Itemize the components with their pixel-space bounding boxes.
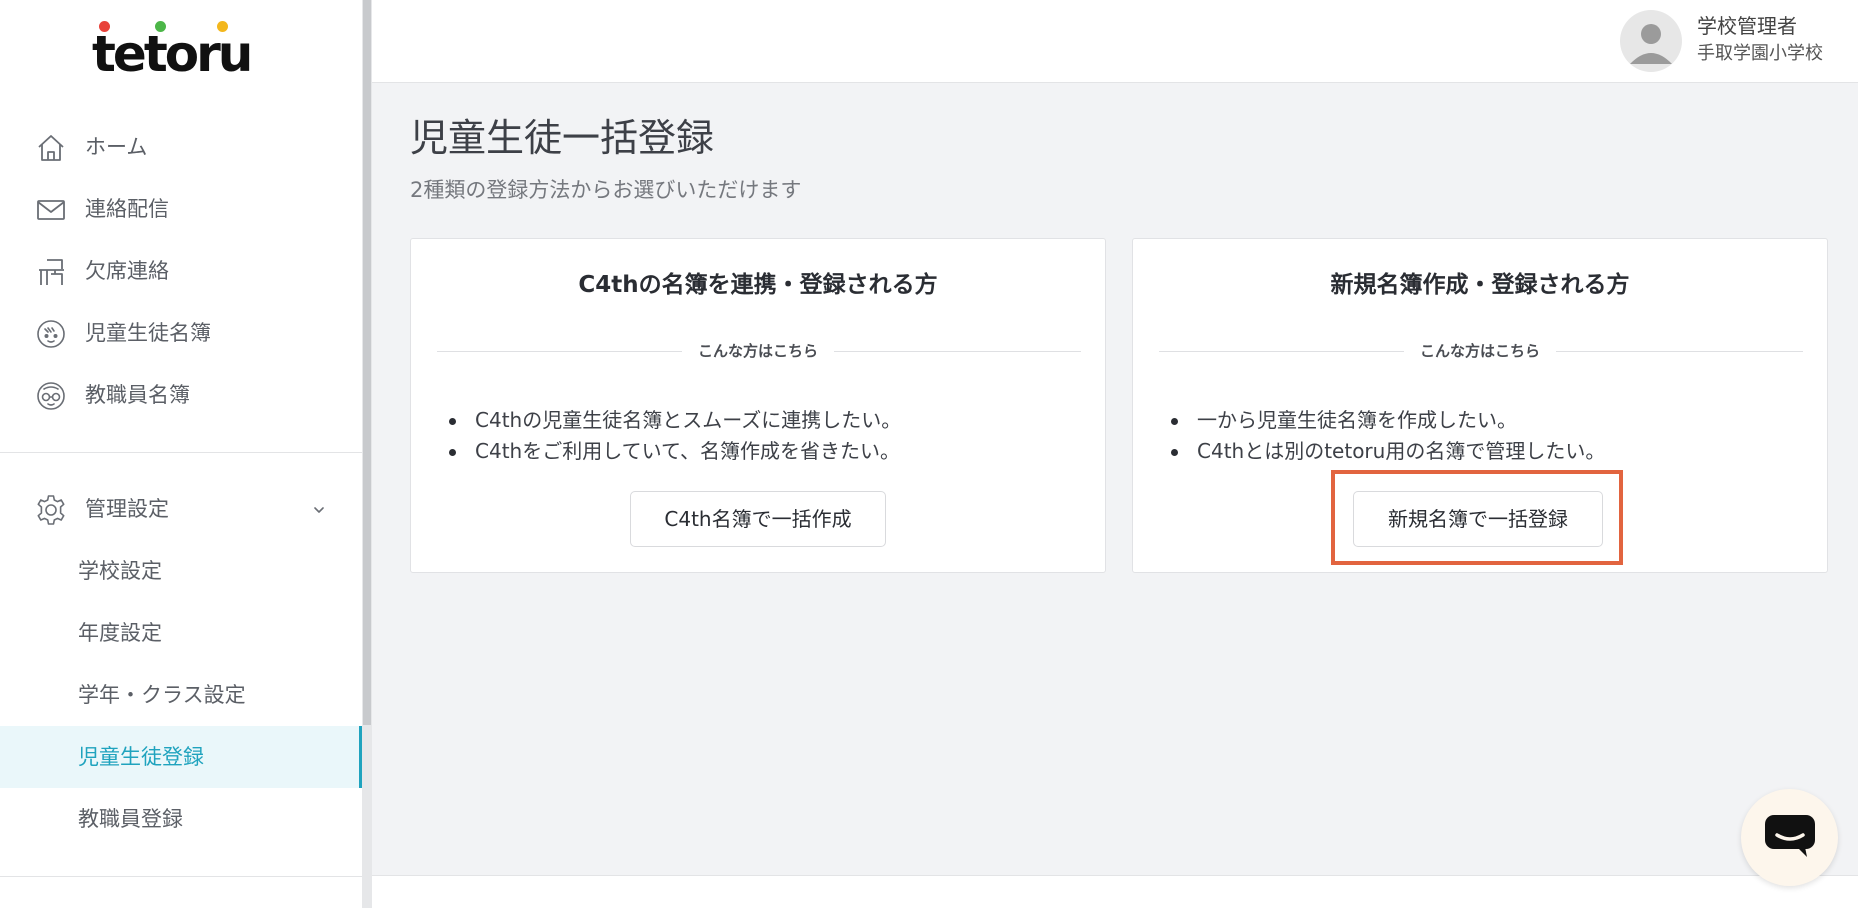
sidebar-item-admin-settings[interactable]: 管理設定 <box>0 478 362 540</box>
sidebar-subitem-grade-class-settings[interactable]: 学年・クラス設定 <box>0 664 362 726</box>
page-subtitle: 2種類の登録方法からお選びいただけます <box>410 178 802 202</box>
sidebar-subitem-student-registration[interactable]: 児童生徒登録 <box>0 726 362 788</box>
sidebar-item-label: 管理設定 <box>85 497 169 521</box>
c4th-registration-card: C4thの名簿を連携・登録される方 こんな方はこちら C4thの児童生徒名簿とス… <box>410 238 1106 573</box>
sidebar-subitem-teacher-registration[interactable]: 教職員登録 <box>0 788 362 850</box>
new-roster-bulk-register-button[interactable]: 新規名簿で一括登録 <box>1353 491 1603 547</box>
sidebar-item-messages[interactable]: 連絡配信 <box>0 178 362 240</box>
card-title: 新規名簿作成・登録される方 <box>1330 272 1630 298</box>
card-separator-label: こんな方はこちら <box>681 342 834 360</box>
card-separator-label-wrap: こんな方はこちら <box>1133 338 1827 364</box>
user-role[interactable]: 学校管理者 <box>1697 13 1797 39</box>
mail-icon <box>34 193 68 227</box>
student-face-icon <box>34 317 68 351</box>
chat-button[interactable] <box>1741 789 1838 886</box>
list-item: C4thの児童生徒名簿とスムーズに連携したい。 <box>449 405 901 436</box>
page-title: 児童生徒一括登録 <box>410 116 715 160</box>
sidebar: tetoru ホーム 連絡配信 欠席連絡 児童生徒名簿 教職員名簿 管理設定 学… <box>0 0 362 908</box>
gear-icon <box>34 493 68 527</box>
school-name[interactable]: 手取学園小学校 <box>1697 42 1823 66</box>
tetoru-logo[interactable]: tetoru <box>92 18 282 82</box>
sidebar-item-label: 児童生徒名簿 <box>85 321 211 345</box>
sidebar-subitem-year-settings[interactable]: 年度設定 <box>0 602 362 664</box>
sidebar-subitem-label: 教職員登録 <box>78 807 183 831</box>
footer-bar <box>372 875 1858 908</box>
sidebar-scrollbar-thumb[interactable] <box>363 0 371 725</box>
sidebar-subitem-label: 児童生徒登録 <box>78 745 204 769</box>
sidebar-subitem-label: 学年・クラス設定 <box>78 683 246 707</box>
list-item: 一から児童生徒名簿を作成したい。 <box>1171 405 1605 436</box>
list-item: C4thをご利用していて、名簿作成を省きたい。 <box>449 436 901 467</box>
chevron-down-icon <box>309 500 329 520</box>
card-bullet-list: 一から児童生徒名簿を作成したい。 C4thとは別のtetoru用の名簿で管理した… <box>1171 405 1605 467</box>
sidebar-divider <box>0 876 362 877</box>
sidebar-item-student-roster[interactable]: 児童生徒名簿 <box>0 302 362 364</box>
card-title: C4thの名簿を連携・登録される方 <box>578 272 938 298</box>
sidebar-item-teacher-roster[interactable]: 教職員名簿 <box>0 364 362 426</box>
sidebar-item-absence[interactable]: 欠席連絡 <box>0 240 362 302</box>
card-separator-label-wrap: こんな方はこちら <box>411 338 1105 364</box>
sidebar-subitem-label: 年度設定 <box>78 621 162 645</box>
sidebar-subitem-school-settings[interactable]: 学校設定 <box>0 540 362 602</box>
card-separator-label: こんな方はこちら <box>1403 342 1556 360</box>
chat-bubble-icon <box>1763 813 1817 863</box>
sidebar-subitem-label: 学校設定 <box>78 559 162 583</box>
sidebar-item-home[interactable]: ホーム <box>0 116 362 178</box>
sidebar-divider <box>0 452 362 453</box>
home-icon <box>34 131 68 165</box>
sidebar-item-label: 欠席連絡 <box>85 259 169 283</box>
logo-text: tetoru <box>92 25 253 83</box>
card-bullet-list: C4thの児童生徒名簿とスムーズに連携したい。 C4thをご利用していて、名簿作… <box>449 405 901 467</box>
list-item: C4thとは別のtetoru用の名簿で管理したい。 <box>1171 436 1605 467</box>
sidebar-item-label: ホーム <box>85 135 148 159</box>
sidebar-item-label: 連絡配信 <box>85 197 169 221</box>
sidebar-scrollbar[interactable] <box>362 0 372 908</box>
user-avatar-icon[interactable] <box>1620 10 1682 72</box>
teacher-face-icon <box>34 379 68 413</box>
new-roster-registration-card: 新規名簿作成・登録される方 こんな方はこちら 一から児童生徒名簿を作成したい。 … <box>1132 238 1828 573</box>
c4th-bulk-create-button[interactable]: C4th名簿で一括作成 <box>630 491 886 547</box>
desk-icon <box>34 255 68 289</box>
sidebar-item-label: 教職員名簿 <box>85 383 190 407</box>
